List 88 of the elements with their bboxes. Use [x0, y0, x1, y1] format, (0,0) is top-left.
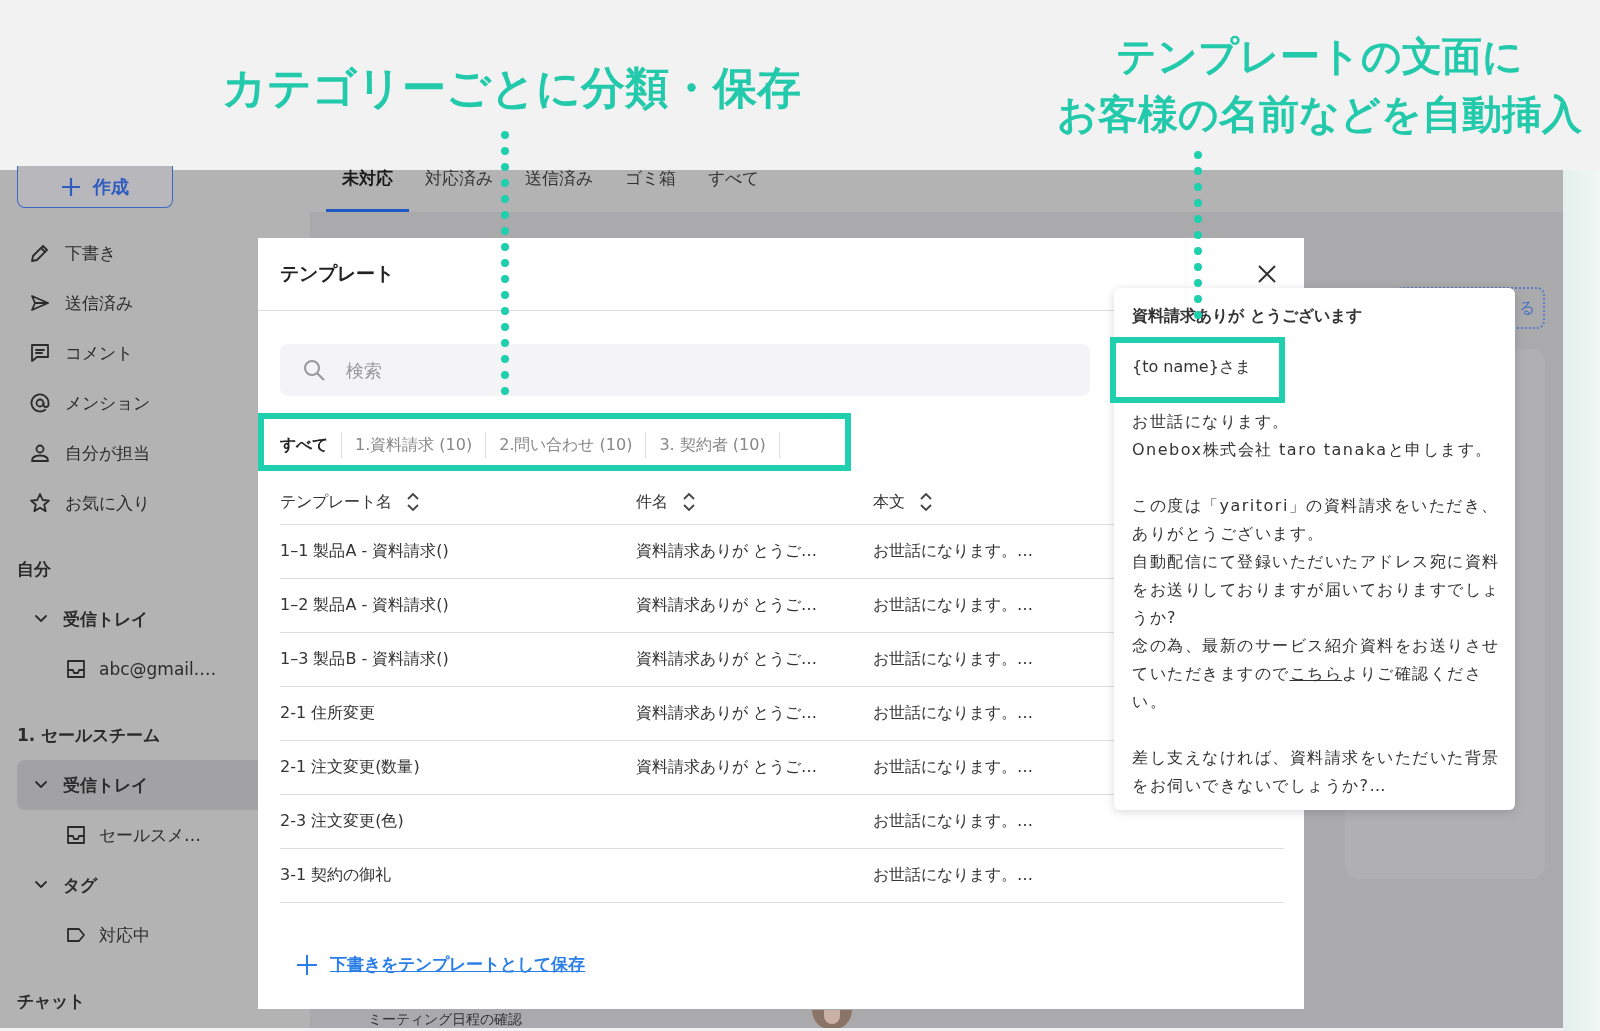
at-sign-icon	[29, 392, 51, 414]
category-tab[interactable]: 3. 契約者 (10)	[646, 432, 780, 458]
sidebar-item-label[interactable]: 送信済み	[65, 291, 133, 315]
sort-icon[interactable]	[919, 491, 933, 513]
inbox-icon	[65, 824, 87, 846]
plus-icon	[61, 176, 81, 197]
inbox-icon	[65, 658, 87, 680]
table-cell: 1–2 製品A - 資料請求()	[280, 595, 449, 616]
tab[interactable]: すべて	[692, 170, 775, 212]
table-cell: お世話になります。…	[873, 757, 1033, 778]
sidebar-item-label[interactable]: 自分が担当	[65, 441, 150, 465]
table-cell: お世話になります。…	[873, 541, 1033, 562]
avatar	[812, 1010, 852, 1028]
tab[interactable]: 対応済み	[409, 170, 509, 212]
sidebar-item[interactable]: 自分が担当	[17, 428, 258, 478]
person-icon	[29, 442, 51, 464]
greeting-text: {to name}さま	[1132, 357, 1251, 378]
body-text: 差し支えなければ、資料請求をいただいた背景をお伺いできないでしょうか?…	[1132, 747, 1501, 797]
table-cell: 資料請求ありが とうご…	[636, 649, 818, 670]
column-header[interactable]: 件名	[636, 491, 668, 513]
search-icon	[302, 358, 326, 382]
sidebar-item-label[interactable]: 対応中	[99, 923, 150, 947]
table-cell: 資料請求ありが とうご…	[636, 757, 818, 778]
headline: カテゴリーごとに分類・保存	[222, 61, 801, 115]
table-cell: 2-3 注文変更(色)	[280, 811, 404, 832]
sidebar-item-label[interactable]: セールスメ…	[99, 823, 201, 847]
category-tab[interactable]: 2.問い合わせ (10)	[486, 432, 647, 458]
message-subject: ミーティング日程の確認	[368, 1010, 522, 1028]
link[interactable]: こちら	[1289, 664, 1342, 683]
table-cell: 1–3 製品B - 資料請求()	[280, 649, 449, 670]
sidebar-item-label[interactable]: お気に入り	[65, 491, 150, 515]
body-text: 自動配信にて登録いただいたアドレス宛に資料をお送りしておりますが届いておりますでしょうか?	[1132, 551, 1501, 629]
table-cell: 資料請求ありが とうご…	[636, 595, 818, 616]
folder-item[interactable]: タグ	[17, 860, 258, 910]
sidebar-item-label[interactable]: コメント	[65, 341, 133, 365]
table-cell: お世話になります。…	[873, 649, 1033, 670]
table-cell: 3-1 契約の御礼	[280, 865, 392, 886]
save-link[interactable]: 下書きをテンプレートとして保存	[330, 953, 585, 976]
body-text: 念の為、最新のサービス紹介資料をお送りさせていただきますので こちら よりご確認ください。	[1132, 635, 1501, 713]
folder-label[interactable]: 受信トレイ	[63, 773, 148, 797]
folder-label[interactable]: 受信トレイ	[63, 607, 148, 631]
close-icon[interactable]	[1256, 263, 1278, 285]
sidebar-item[interactable]: お気に入り	[17, 478, 258, 528]
folder-label[interactable]: タグ	[63, 873, 97, 897]
sidebar-item[interactable]: セールスメ…	[17, 810, 258, 860]
search-field[interactable]: 検索	[280, 344, 1090, 396]
send-icon	[29, 292, 51, 314]
table-cell: 2-1 注文変更(数量)	[280, 757, 420, 778]
sort-icon[interactable]	[682, 491, 696, 513]
folder-item[interactable]: 受信トレイ	[17, 760, 258, 810]
body-text: この度は「yaritori」の資料請求をいただき、ありがとうございます。	[1132, 495, 1500, 545]
table-cell: 資料請求ありが とうご…	[636, 703, 818, 724]
category-tab[interactable]: すべて	[280, 432, 342, 458]
pencil-icon	[29, 242, 51, 264]
sidebar-item-label[interactable]: abc@gmail.…	[99, 659, 217, 679]
table-cell: お世話になります。…	[873, 703, 1033, 724]
column-header[interactable]: 本文	[873, 491, 905, 513]
column-header[interactable]: テンプレート名	[280, 491, 392, 513]
section-heading: 1. セールスチーム	[17, 724, 162, 747]
sort-icon[interactable]	[406, 491, 420, 513]
star-icon	[29, 492, 51, 514]
table-cell: 2-1 住所変更	[280, 703, 376, 724]
headline: お客様の名前などを自動挿入	[1057, 90, 1582, 139]
sidebar-item-label[interactable]: メンション	[65, 391, 150, 415]
sidebar-item[interactable]: 送信済み	[17, 278, 258, 328]
sidebar-item[interactable]: 対応中	[17, 910, 258, 960]
tab[interactable]: 送信済み	[509, 170, 609, 212]
section-heading: チャット	[17, 990, 86, 1013]
dialog-title: テンプレート	[280, 261, 394, 286]
body-text: お世話になります。	[1132, 411, 1291, 433]
sidebar-item[interactable]: メンション	[17, 378, 258, 428]
folder-item[interactable]: 受信トレイ	[17, 594, 258, 644]
sidebar-item[interactable]: 下書き	[17, 228, 258, 278]
section-heading: 自分	[17, 558, 52, 581]
table-cell: 資料請求ありが とうご…	[636, 541, 818, 562]
plus-icon	[296, 953, 318, 976]
headline: テンプレートの文面に	[1115, 32, 1524, 81]
sidebar-item[interactable]: コメント	[17, 328, 258, 378]
table-cell: お世話になります。…	[873, 811, 1033, 832]
table-cell: お世話になります。…	[873, 595, 1033, 616]
table-cell: お世話になります。…	[873, 865, 1033, 886]
table-cell: 1–1 製品A - 資料請求()	[280, 541, 449, 562]
comment-icon	[29, 342, 51, 364]
tab[interactable]: ゴミ箱	[609, 170, 692, 212]
category-tab[interactable]: 1.資料請求 (10)	[342, 432, 487, 458]
sidebar-item-label[interactable]: 下書き	[65, 241, 116, 265]
body-text: Onebox株式会社 taro tanakaと申します。	[1132, 439, 1494, 461]
sidebar-item[interactable]: abc@gmail.…	[17, 644, 258, 694]
